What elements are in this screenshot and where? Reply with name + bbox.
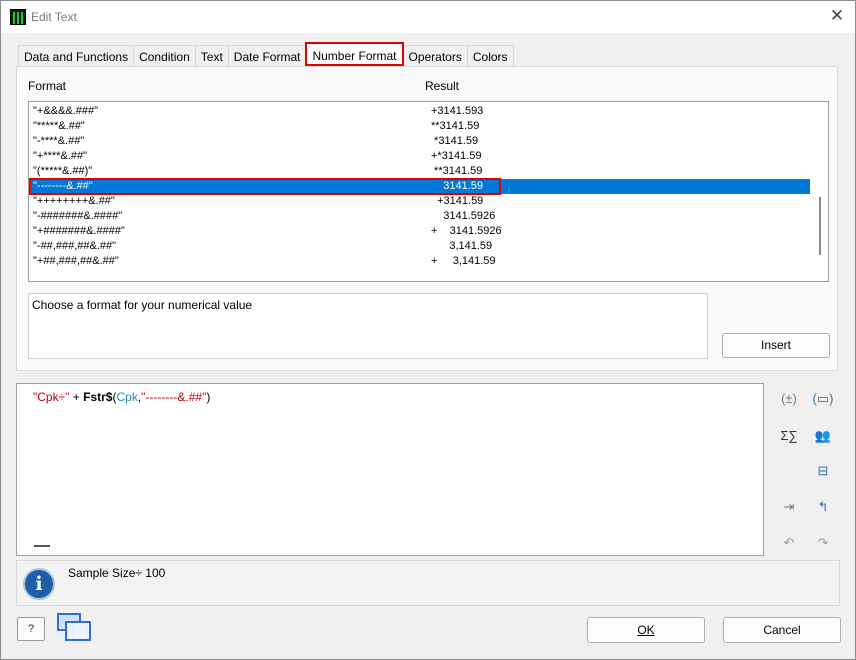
window-title: Edit Text [31,10,77,24]
field-icon[interactable]: (▭) [811,387,835,411]
operator: + [69,390,84,404]
brackets-icon[interactable]: (±) [777,387,801,411]
result-cell: + 3141.5926 [431,225,502,237]
list-item[interactable]: "(*****&.##)" **3141.59 [29,164,810,179]
result-cell: +*3141.59 [431,150,482,162]
help-button[interactable]: ? [17,617,45,641]
result-cell: +3141.59 [431,195,484,207]
expression-editor[interactable]: "Cpk÷" + Fstr$(Cpk,"--------&.##") [16,383,764,556]
tab-text[interactable]: Text [194,45,229,67]
indent-icon[interactable]: ⇥ [777,495,801,519]
format-cell: "+****&.##" [33,150,87,162]
edit-text-dialog: Edit Text ✕ Data and Functions Condition T… [0,0,856,660]
tab-colors[interactable]: Colors [466,45,514,67]
format-cell: "+##,###,##&.##" [33,255,119,267]
result-cell: **3141.59 [431,120,480,132]
format-cell: "-****&.##" [33,135,85,147]
format-list[interactable]: "+&&&&.###" +3141.593 "*****&.##" **3141.59… [28,101,829,282]
list-item[interactable]: "*****&.##" **3141.59 [29,119,810,134]
close-paren: ) [206,390,211,404]
format-cell: "(*****&.##)" [33,165,93,177]
result-cell: + 3,141.59 [431,255,496,267]
ok-button[interactable]: OK [587,617,705,643]
list-item[interactable]: "-##,###,##&.##" 3,141.59 [29,239,810,254]
list-item[interactable]: "--------&.##" 3141.59 [29,178,810,195]
number-format-panel: Format Result "+&&&&.###" +3141.593 "*****… [16,66,838,371]
tab-date-format[interactable]: Date Format [227,45,307,67]
format-cell: "-##,###,##&.##" [33,240,117,252]
format-cell: "+&&&&.###" [33,105,98,117]
result-cell: 3,141.59 [431,240,493,252]
status-text: Sample Size÷ 100 [68,566,166,580]
format-cell: "+#######&.####" [33,225,125,237]
format-string-literal: "--------&.##" [141,390,207,404]
result-cell: *3141.59 [431,135,479,147]
expression-text[interactable]: "Cpk÷" + Fstr$(Cpk,"--------&.##") [33,390,210,404]
users-icon[interactable]: 👥 [811,424,835,448]
tab-data-and-functions[interactable]: Data and Functions [18,45,135,67]
string-literal: "Cpk÷" [33,390,70,404]
windows-icon[interactable] [57,613,91,643]
format-column-header: Format [28,79,67,93]
tab-operators[interactable]: Operators [402,45,468,67]
collapse-handle[interactable] [34,545,50,547]
list-item[interactable]: "-#######&.####" 3141.5926 [29,209,810,224]
result-cell: 3141.59 [431,180,483,192]
outdent-icon[interactable]: ↰ [811,495,835,519]
format-cell: "-#######&.####" [33,210,123,222]
list-item[interactable]: "+#######&.####" + 3141.5926 [29,224,810,239]
format-cell: "*****&.##" [33,120,85,132]
insert-button[interactable]: Insert [722,333,830,358]
list-item[interactable]: "++++++++&.##" +3141.59 [29,194,810,209]
ok-label: OK [637,623,655,637]
title-bar: Edit Text ✕ [1,1,855,33]
result-column-header: Result [425,79,460,93]
tab-number-format[interactable]: Number Format [305,42,404,66]
insert-field-icon[interactable]: ⊟ [811,459,835,483]
variable-name: Cpk [116,390,138,404]
redo-icon[interactable]: ↷ [811,531,835,555]
list-item[interactable]: "+##,###,##&.##" + 3,141.59 [29,254,810,269]
tab-condition[interactable]: Condition [133,45,196,67]
tab-strip: Data and Functions Condition Text Date Form… [18,42,514,67]
function-name: Fstr$ [83,390,113,404]
sigma-icon[interactable]: Σ∑ [777,424,801,448]
format-cell: "++++++++&.##" [33,195,115,207]
list-scrollbar[interactable] [819,197,821,255]
list-item[interactable]: "+&&&&.###" +3141.593 [29,104,810,119]
close-icon[interactable]: ✕ [827,6,847,26]
result-cell: 3141.5926 [431,210,496,222]
result-cell: +3141.593 [431,105,484,117]
list-item[interactable]: "-****&.##" *3141.59 [29,134,810,149]
undo-icon[interactable]: ↶ [777,531,801,555]
cancel-button[interactable]: Cancel [723,617,841,643]
list-item[interactable]: "+****&.##" +*3141.59 [29,149,810,164]
format-cell: "--------&.##" [33,180,93,192]
format-description: Choose a format for your numerical value [28,293,708,359]
result-cell: **3141.59 [431,165,483,177]
info-icon: i [23,568,55,600]
app-icon [10,9,26,25]
status-bar: i Sample Size÷ 100 [16,560,840,606]
